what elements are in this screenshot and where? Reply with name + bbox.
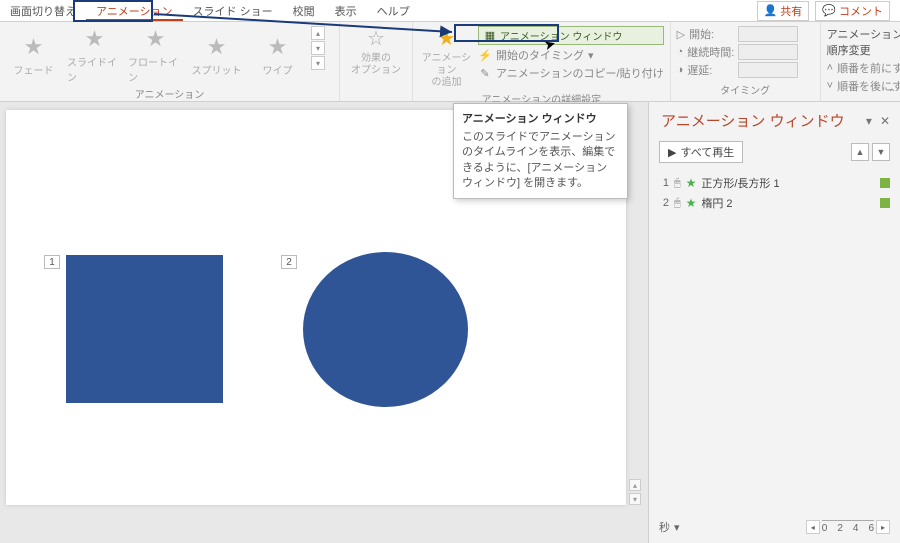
star-icon: ★ xyxy=(146,26,166,52)
vertical-scroll: ▴ ▾ xyxy=(628,110,642,505)
ruler-right[interactable]: ▸ xyxy=(876,520,890,534)
trigger-button[interactable]: ⚡ 開始のタイミング▾ xyxy=(478,47,664,63)
anim-wipe[interactable]: ★ワイプ xyxy=(250,34,305,77)
painter-icon: ✎ xyxy=(478,66,492,80)
pane-icon: ▦ xyxy=(483,29,497,43)
tab-review[interactable]: 校閲 xyxy=(283,0,325,21)
play-icon: ▶ xyxy=(668,146,676,159)
move-up-button[interactable]: ▲ xyxy=(851,143,869,161)
mouse-icon: 🖱 xyxy=(674,177,681,190)
seconds-label: 秒▾ xyxy=(659,519,680,535)
move-earlier-button[interactable]: ˄順番を前にする xyxy=(827,60,900,76)
tab-help[interactable]: ヘルプ xyxy=(367,0,420,21)
play-all-button[interactable]: ▶すべて再生 xyxy=(659,141,743,163)
animation-gallery[interactable]: ★フェード ★スライドイン ★フロートイン ★スプリット ★ワイプ xyxy=(6,26,305,84)
tooltip: アニメーション ウィンドウ このスライドでアニメーションのタイムラインを表示、編… xyxy=(453,103,628,199)
star-icon: ★ xyxy=(686,196,697,210)
anim-split[interactable]: ★スプリット xyxy=(189,34,244,77)
up-icon: ˄ xyxy=(827,62,833,74)
delay-input[interactable] xyxy=(738,62,798,78)
tab-bar: 画面切り替え アニメーション スライド ショー 校閲 表示 ヘルプ 👤共有 💬コ… xyxy=(0,0,900,22)
star-icon: ★ xyxy=(686,176,697,190)
trigger-icon: ⚡ xyxy=(478,48,492,62)
star-icon: ★ xyxy=(207,34,227,60)
animation-pane-button[interactable]: ▦ アニメーション ウィンドウ xyxy=(478,26,664,45)
comment-icon: 💬 xyxy=(822,4,836,17)
anim-floatin[interactable]: ★フロートイン xyxy=(128,26,183,84)
start-dropdown[interactable] xyxy=(738,26,798,42)
group-label-anim: アニメーション xyxy=(0,86,339,103)
gallery-more[interactable]: ▾ xyxy=(311,56,325,70)
shape-ellipse[interactable] xyxy=(303,252,468,407)
mouse-icon: 🖱 xyxy=(674,197,681,210)
duration-label: ◔継続時間: xyxy=(677,44,735,60)
tab-transitions[interactable]: 画面切り替え xyxy=(0,0,86,21)
pane-options-button[interactable]: ▾ xyxy=(866,114,872,128)
chevron-down-icon: ▾ xyxy=(588,49,594,62)
animation-pane: アニメーション ウィンドウ ▾ ✕ ▶すべて再生 ▲ ▼ 1 🖱 ★ 正方形/長… xyxy=(648,102,900,543)
ruler-left[interactable]: ◂ xyxy=(806,520,820,534)
prev-slide-button[interactable]: ▴ xyxy=(629,479,641,491)
group-label-timing: タイミング xyxy=(671,82,820,99)
comment-button[interactable]: 💬コメント xyxy=(815,1,890,21)
clock-icon: ◔ xyxy=(677,46,684,58)
move-down-button[interactable]: ▼ xyxy=(872,143,890,161)
tab-view[interactable]: 表示 xyxy=(325,0,367,21)
share-icon: 👤 xyxy=(764,4,778,17)
star-icon: ☆ xyxy=(367,26,385,51)
play-icon: ▷ xyxy=(677,28,685,41)
chevron-down-icon[interactable]: ▾ xyxy=(674,521,680,534)
order-title: アニメーションの順序変更 xyxy=(827,26,900,58)
pane-close-button[interactable]: ✕ xyxy=(880,114,890,128)
pane-list: 1 🖱 ★ 正方形/長方形 1 2 🖱 ★ 楕円 2 xyxy=(649,167,900,219)
gallery-up[interactable]: ▴ xyxy=(311,26,325,40)
tooltip-body: このスライドでアニメーションのタイムラインを表示、編集できるように、[アニメーシ… xyxy=(462,130,619,192)
gallery-down[interactable]: ▾ xyxy=(311,41,325,55)
effect-options-button[interactable]: ☆ 効果の オプション xyxy=(346,26,406,77)
timeline-bar[interactable] xyxy=(880,178,890,188)
anim-tag-2[interactable]: 2 xyxy=(281,255,297,269)
gallery-scroll: ▴ ▾ ▾ xyxy=(311,26,325,70)
pane-item-label: 正方形/長方形 1 xyxy=(701,175,779,191)
animation-painter-button[interactable]: ✎ アニメーションのコピー/貼り付け xyxy=(478,65,664,81)
star-icon: ★ xyxy=(268,34,288,60)
down-icon: ˅ xyxy=(827,80,833,92)
star-icon: ★ xyxy=(24,34,44,60)
ribbon: ★フェード ★スライドイン ★フロートイン ★スプリット ★ワイプ ▴ ▾ ▾ … xyxy=(0,22,900,102)
shape-rectangle[interactable] xyxy=(66,255,223,403)
add-animation-button[interactable]: ★ アニメーション の追加 xyxy=(419,26,474,89)
star-plus-icon: ★ xyxy=(438,26,456,51)
tab-animations[interactable]: アニメーション xyxy=(86,0,183,21)
pane-item[interactable]: 2 🖱 ★ 楕円 2 xyxy=(659,193,890,213)
anim-tag-1[interactable]: 1 xyxy=(44,255,60,269)
tab-slideshow[interactable]: スライド ショー xyxy=(183,0,283,21)
pane-title: アニメーション ウィンドウ xyxy=(661,110,845,131)
timeline-ruler: ◂ 0 2 4 6 ▸ xyxy=(806,520,890,534)
collapse-ribbon-button[interactable]: ⌃ xyxy=(888,88,896,99)
start-label: ▷開始: xyxy=(677,26,735,42)
timeline-bar[interactable] xyxy=(880,198,890,208)
delay-icon: ◑ xyxy=(677,64,684,76)
anim-slidein[interactable]: ★スライドイン xyxy=(67,26,122,84)
pane-item[interactable]: 1 🖱 ★ 正方形/長方形 1 xyxy=(659,173,890,193)
next-slide-button[interactable]: ▾ xyxy=(629,493,641,505)
share-button[interactable]: 👤共有 xyxy=(757,1,810,21)
duration-input[interactable] xyxy=(738,44,798,60)
pane-item-label: 楕円 2 xyxy=(701,195,732,211)
delay-label: ◑遅延: xyxy=(677,62,735,78)
star-icon: ★ xyxy=(85,26,105,52)
tooltip-title: アニメーション ウィンドウ xyxy=(462,110,619,126)
anim-fade[interactable]: ★フェード xyxy=(6,34,61,77)
